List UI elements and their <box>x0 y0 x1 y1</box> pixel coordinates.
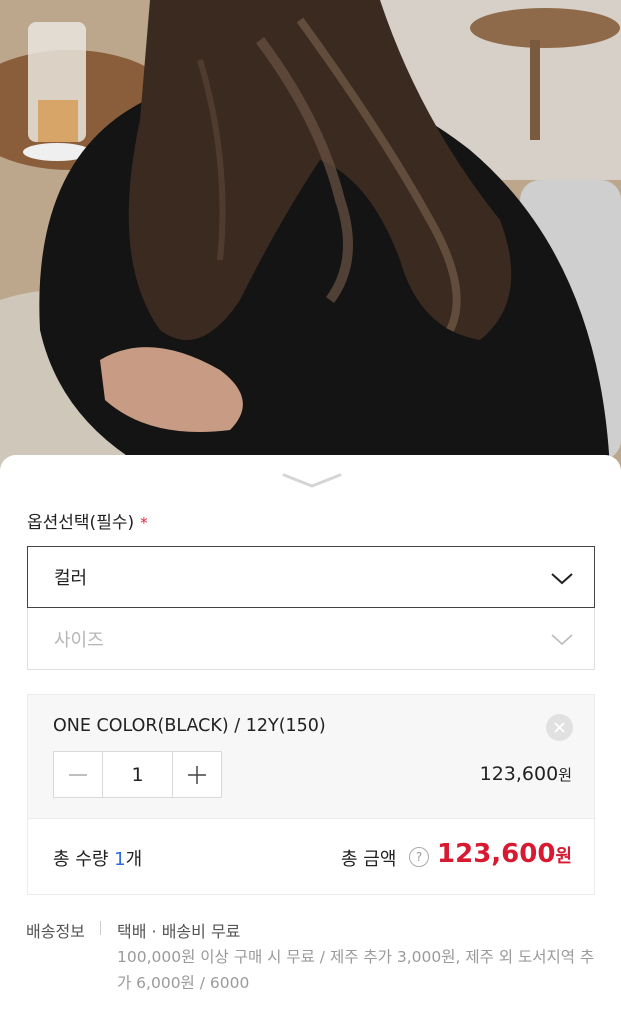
required-mark: * <box>140 514 148 532</box>
chevron-down-icon <box>282 473 342 488</box>
shipping-info-label: 배송정보 <box>26 922 85 941</box>
product-photo <box>0 0 621 470</box>
order-total: 총 수량 1개 총 금액 ? 123,600원 <box>27 819 595 895</box>
shipping-method: 택배 · 배송비 무료 <box>117 922 241 941</box>
total-quantity-unit: 개 <box>125 849 143 870</box>
color-select[interactable]: 컬러 <box>27 546 595 608</box>
item-price-currency: 원 <box>558 766 572 784</box>
size-select-label: 사이즈 <box>54 629 104 651</box>
quantity-value[interactable]: 1 <box>102 752 173 797</box>
color-select-label: 컬러 <box>54 568 88 589</box>
item-price: 123,600원 <box>480 763 572 785</box>
total-quantity-value: 1 <box>114 849 126 870</box>
option-title-label: 옵션선택(필수) <box>27 513 135 533</box>
total-amount-value: 123,600 <box>437 839 556 869</box>
shipping-detail: 100,000원 이상 구매 시 무료 / 제주 추가 3,000원, 제주 외… <box>117 948 595 992</box>
total-amount-label: 총 금액 <box>341 849 397 870</box>
total-quantity: 총 수량 1개 <box>53 845 142 871</box>
item-option-name: ONE COLOR(BLACK) / 12Y(150) <box>53 716 326 736</box>
photo-illustration <box>0 0 621 470</box>
increase-quantity-button[interactable] <box>173 752 221 797</box>
selected-item: ONE COLOR(BLACK) / 12Y(150) 1 123,600원 <box>27 694 595 819</box>
quantity-stepper: 1 <box>53 751 222 798</box>
chevron-down-icon <box>551 573 573 585</box>
size-select[interactable]: 사이즈 <box>27 608 595 670</box>
total-amount-currency: 원 <box>555 846 572 867</box>
total-amount: 123,600원 <box>437 839 572 869</box>
chevron-down-icon <box>551 634 573 646</box>
total-quantity-label: 총 수량 <box>53 849 115 870</box>
divider <box>100 921 101 935</box>
remove-item-button[interactable] <box>546 714 573 741</box>
item-price-value: 123,600 <box>479 763 559 785</box>
decrease-quantity-button[interactable] <box>54 752 102 797</box>
option-title: 옵션선택(필수) * <box>27 508 148 533</box>
close-icon <box>554 722 565 733</box>
plus-icon <box>188 765 206 784</box>
sheet-collapse-handle[interactable] <box>282 471 342 489</box>
option-bottom-sheet: 옵션선택(필수) * 컬러 사이즈 ONE COLOR(BLACK) / 12Y(… <box>0 455 621 1024</box>
minus-icon <box>69 773 87 776</box>
help-icon[interactable]: ? <box>409 847 429 867</box>
